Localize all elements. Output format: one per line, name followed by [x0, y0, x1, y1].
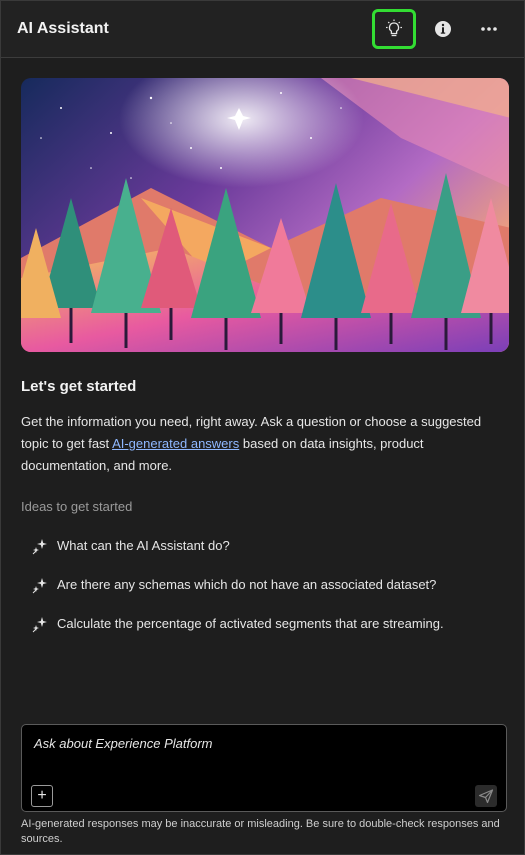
ideas-list: What can the AI Assistant do? Are there … — [1, 526, 524, 643]
welcome-intro: Get the information you need, right away… — [21, 411, 504, 477]
sparkle-icon — [32, 616, 47, 632]
prompt-composer[interactable]: Ask about Experience Platform + — [21, 724, 507, 812]
plus-icon: + — [37, 787, 47, 804]
panel-title: AI Assistant — [17, 20, 109, 37]
sparkle-icon — [32, 538, 47, 554]
info-button[interactable] — [424, 10, 462, 48]
ai-generated-answers-link[interactable]: AI-generated answers — [112, 436, 239, 451]
idea-item[interactable]: Calculate the percentage of activated se… — [31, 604, 504, 643]
hero-illustration — [21, 78, 509, 352]
idea-text: Calculate the percentage of activated se… — [57, 616, 444, 631]
welcome-heading: Let's get started — [21, 378, 137, 395]
idea-item[interactable]: What can the AI Assistant do? — [31, 526, 504, 565]
prompt-input[interactable]: Ask about Experience Platform — [34, 736, 212, 751]
ai-disclaimer: AI-generated responses may be inaccurate… — [21, 818, 500, 845]
ai-assistant-panel: AI Assistant Let's get started Get the i… — [0, 0, 525, 855]
ideas-label: Ideas to get started — [21, 499, 133, 514]
idea-text: What can the AI Assistant do? — [57, 538, 230, 553]
add-attachment-button[interactable]: + — [31, 785, 53, 807]
header-actions — [372, 9, 508, 49]
more-button[interactable] — [470, 10, 508, 48]
sparkle-icon — [32, 577, 47, 593]
idea-text: Are there any schemas which do not have … — [57, 577, 437, 592]
more-icon — [481, 27, 497, 31]
send-icon — [478, 789, 494, 804]
send-button[interactable] — [475, 785, 497, 807]
forest-illustration — [21, 78, 509, 352]
idea-item[interactable]: Are there any schemas which do not have … — [31, 565, 504, 604]
info-icon — [435, 21, 451, 37]
lightbulb-button[interactable] — [372, 9, 416, 49]
lightbulb-icon — [386, 19, 402, 37]
panel-header: AI Assistant — [1, 1, 524, 58]
